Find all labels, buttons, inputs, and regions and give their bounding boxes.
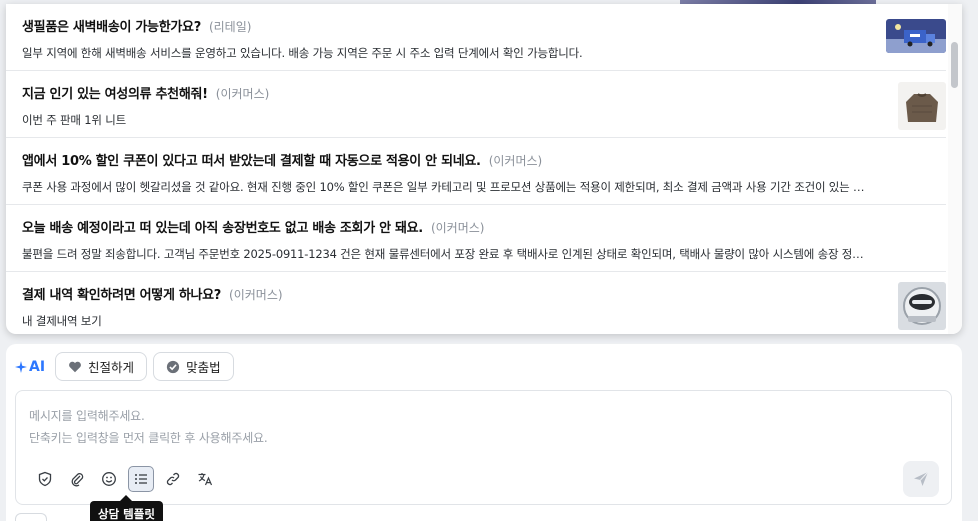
suggestion-item[interactable]: 생필품은 새벽배송이 가능한가요? (리테일) 일부 지역에 한해 새벽배송 서…: [6, 4, 946, 71]
scrollbar-thumb[interactable]: [951, 42, 958, 88]
suggestion-answer: 쿠폰 사용 과정에서 많이 헷갈리셨을 것 같아요. 현재 진행 중인 10% …: [22, 180, 874, 194]
suggestion-question: 오늘 배송 예정이라고 떠 있는데 아직 송장번호도 없고 배송 조회가 안 돼…: [22, 221, 423, 236]
suggestion-question: 결제 내역 확인하려면 어떻게 하나요?: [22, 288, 222, 303]
message-placeholder: 메시지를 입력해주세요. 단축키는 입력창을 먼저 클릭한 후 사용해주세요.: [29, 405, 268, 449]
suggestion-question: 생필품은 새벽배송이 가능한가요?: [22, 20, 201, 35]
message-input[interactable]: 메시지를 입력해주세요. 단축키는 입력창을 먼저 클릭한 후 사용해주세요.: [15, 390, 952, 505]
heart-icon: [69, 361, 81, 372]
suggestion-category: (이커머스): [229, 288, 283, 302]
friendly-tone-button[interactable]: 친절하게: [55, 352, 148, 381]
composer-toolbar: [32, 466, 218, 492]
placeholder-line-1: 메시지를 입력해주세요.: [29, 409, 145, 423]
suggestion-question: 앱에서 10% 할인 쿠폰이 있다고 떠서 받았는데 결제할 때 자동으로 적용…: [22, 154, 481, 169]
ai-assist-bar: AI 친절하게 맞춤법: [15, 352, 234, 381]
knit-sweater-image: [898, 82, 946, 130]
suggestion-answer: 일부 지역에 한해 새벽배송 서비스를 운영하고 있습니다. 배송 가능 지역은…: [22, 46, 583, 60]
emoji-icon[interactable]: [96, 466, 122, 492]
suggestion-category: (리테일): [208, 20, 252, 34]
suggestion-dropdown: 생필품은 새벽배송이 가능한가요? (리테일) 일부 지역에 한해 새벽배송 서…: [6, 4, 962, 334]
suggestion-category: (이커머스): [215, 87, 270, 101]
spell-check-button[interactable]: 맞춤법: [153, 352, 234, 381]
translate-icon[interactable]: [192, 466, 218, 492]
template-tooltip: 상담 템플릿: [90, 495, 163, 521]
composer-panel: AI 친절하게 맞춤법 메시지를 입력해주세요. 단축키는 입력창을 먼저 클릭…: [6, 344, 962, 521]
payment-robot-image: [898, 282, 946, 330]
paperclip-icon[interactable]: [64, 466, 90, 492]
ai-label-text: AI: [29, 358, 46, 375]
link-icon[interactable]: [160, 466, 186, 492]
suggestion-question: 지금 인기 있는 여성의류 추천해줘!: [22, 87, 208, 102]
shield-icon[interactable]: [32, 466, 58, 492]
suggestion-item[interactable]: 지금 인기 있는 여성의류 추천해줘! (이커머스) 이번 주 판매 1위 니트: [6, 71, 946, 138]
suggestion-answer: 내 결제내역 보기: [22, 314, 102, 328]
suggestion-answer: 불편을 드려 정말 죄송합니다. 고객님 주문번호 2025-0911-1234…: [22, 247, 874, 261]
dropdown-scrollbar[interactable]: [948, 4, 962, 334]
bottom-action-button[interactable]: [15, 513, 47, 521]
sparkle-icon: [15, 360, 27, 373]
placeholder-line-2: 단축키는 입력창을 먼저 클릭한 후 사용해주세요.: [29, 431, 268, 445]
chip-label: 친절하게: [88, 360, 135, 375]
chip-label: 맞춤법: [186, 360, 221, 375]
list-template-icon[interactable]: [128, 466, 154, 492]
suggestion-answer: 이번 주 판매 1위 니트: [22, 113, 126, 127]
send-icon: [914, 471, 929, 486]
suggestion-item[interactable]: 결제 내역 확인하려면 어떻게 하나요? (이커머스) 내 결제내역 보기: [6, 272, 946, 334]
suggestion-item[interactable]: 앱에서 10% 할인 쿠폰이 있다고 떠서 받았는데 결제할 때 자동으로 적용…: [6, 138, 946, 205]
suggestion-category: (이커머스): [488, 154, 543, 168]
send-button[interactable]: [903, 461, 939, 497]
ai-label: AI: [15, 359, 45, 375]
check-circle-icon: [166, 360, 180, 373]
delivery-truck-image: [886, 19, 946, 53]
suggestion-item[interactable]: 오늘 배송 예정이라고 떠 있는데 아직 송장번호도 없고 배송 조회가 안 돼…: [6, 205, 946, 272]
suggestion-category: (이커머스): [430, 221, 485, 235]
